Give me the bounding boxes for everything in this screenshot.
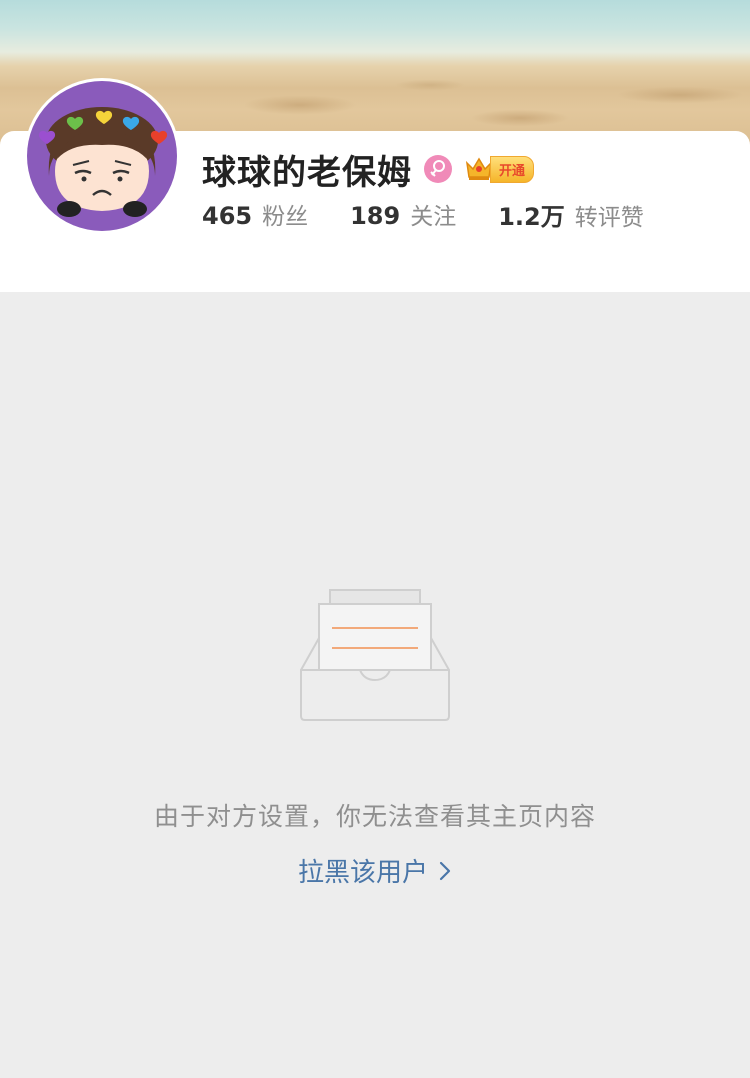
- avatar[interactable]: [24, 78, 180, 234]
- vip-label: 开通: [490, 155, 535, 183]
- stat-following[interactable]: 189 关注: [350, 197, 456, 231]
- chevron-right-icon: [439, 861, 451, 880]
- stat-value: 189: [350, 202, 401, 230]
- stat-followers[interactable]: 465 粉丝: [202, 197, 308, 231]
- block-user-label: 拉黑该用户: [297, 858, 428, 888]
- empty-inbox-icon: [300, 589, 450, 721]
- stat-label: 关注: [410, 204, 457, 230]
- stat-label: 粉丝: [262, 204, 309, 230]
- block-user-link[interactable]: 拉黑该用户: [0, 852, 750, 889]
- stat-interactions[interactable]: 1.2万 转评赞: [498, 197, 644, 232]
- stat-label: 转评赞: [574, 204, 644, 231]
- vip-open-button[interactable]: 开通: [464, 155, 535, 183]
- stat-value: 465: [202, 202, 253, 230]
- female-icon: [424, 155, 452, 183]
- profile-name-row: 球球的老保姆 开通: [202, 146, 535, 193]
- profile-stats: 465 粉丝 189 关注 1.2万 转评赞: [202, 197, 686, 231]
- cartoon-girl-avatar: [27, 81, 177, 231]
- stat-value: 1.2万: [498, 202, 565, 231]
- username: 球球的老保姆: [202, 152, 412, 193]
- restricted-profile-message: 由于对方设置，你无法查看其主页内容: [153, 802, 596, 831]
